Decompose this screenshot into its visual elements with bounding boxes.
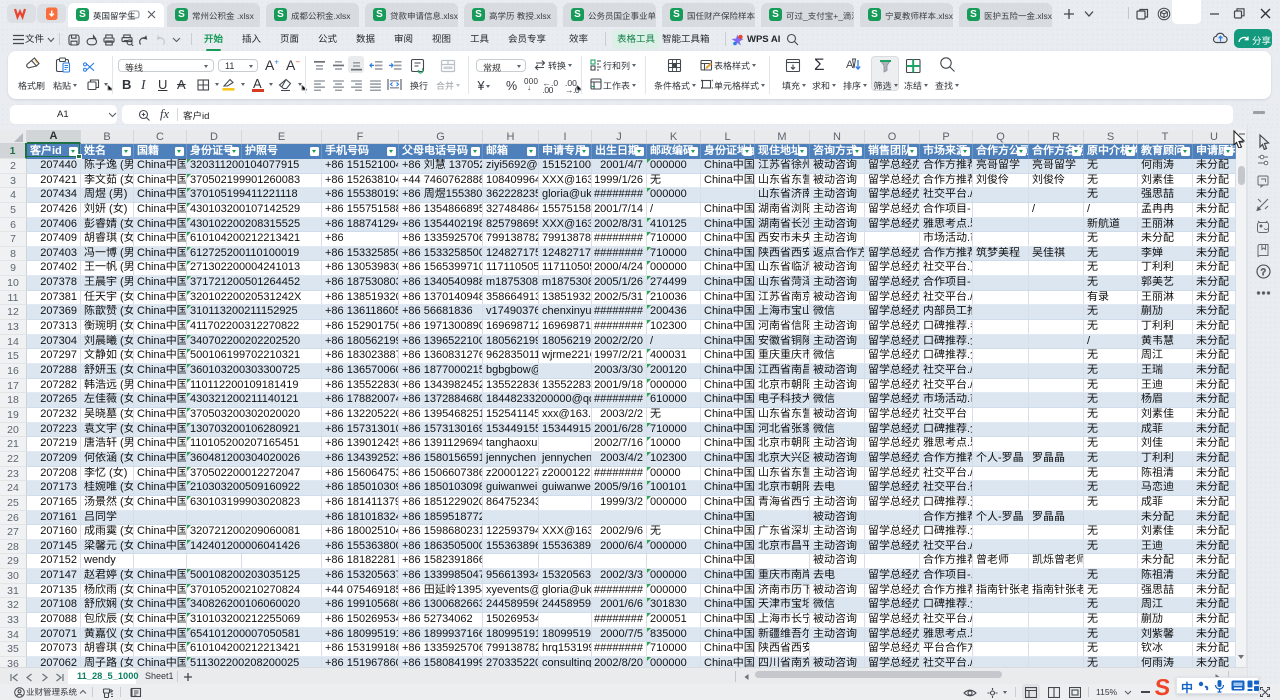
svg-text:?: ? [1261, 267, 1266, 277]
